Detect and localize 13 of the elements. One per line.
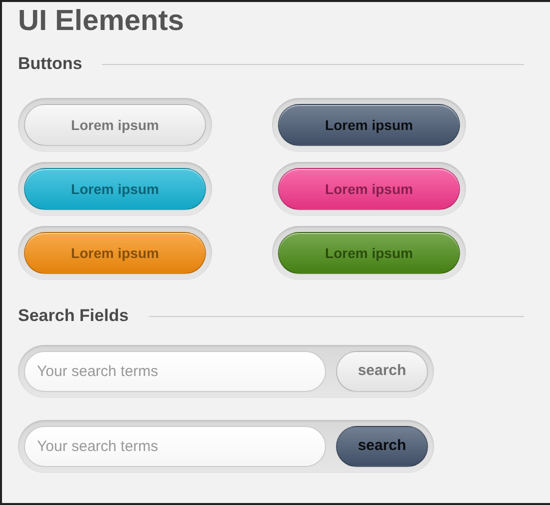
- page-title: UI Elements: [18, 6, 185, 38]
- lorem-button[interactable]: Lorem ipsum: [278, 232, 460, 274]
- lorem-button[interactable]: Lorem ipsum: [24, 168, 206, 210]
- section-heading: Search Fields: [18, 306, 129, 327]
- search-field[interactable]: Your search terms: [24, 426, 326, 467]
- search-field[interactable]: Your search terms: [24, 350, 326, 392]
- lorem-button[interactable]: Lorem ipsum: [24, 232, 206, 274]
- lorem-button[interactable]: Lorem ipsum: [278, 168, 460, 210]
- section-heading: Buttons: [18, 54, 82, 74]
- lorem-button[interactable]: Lorem ipsum: [24, 104, 206, 146]
- lorem-button[interactable]: Lorem ipsum: [278, 104, 460, 146]
- search-button[interactable]: search: [336, 426, 428, 467]
- search-button[interactable]: search: [336, 350, 428, 392]
